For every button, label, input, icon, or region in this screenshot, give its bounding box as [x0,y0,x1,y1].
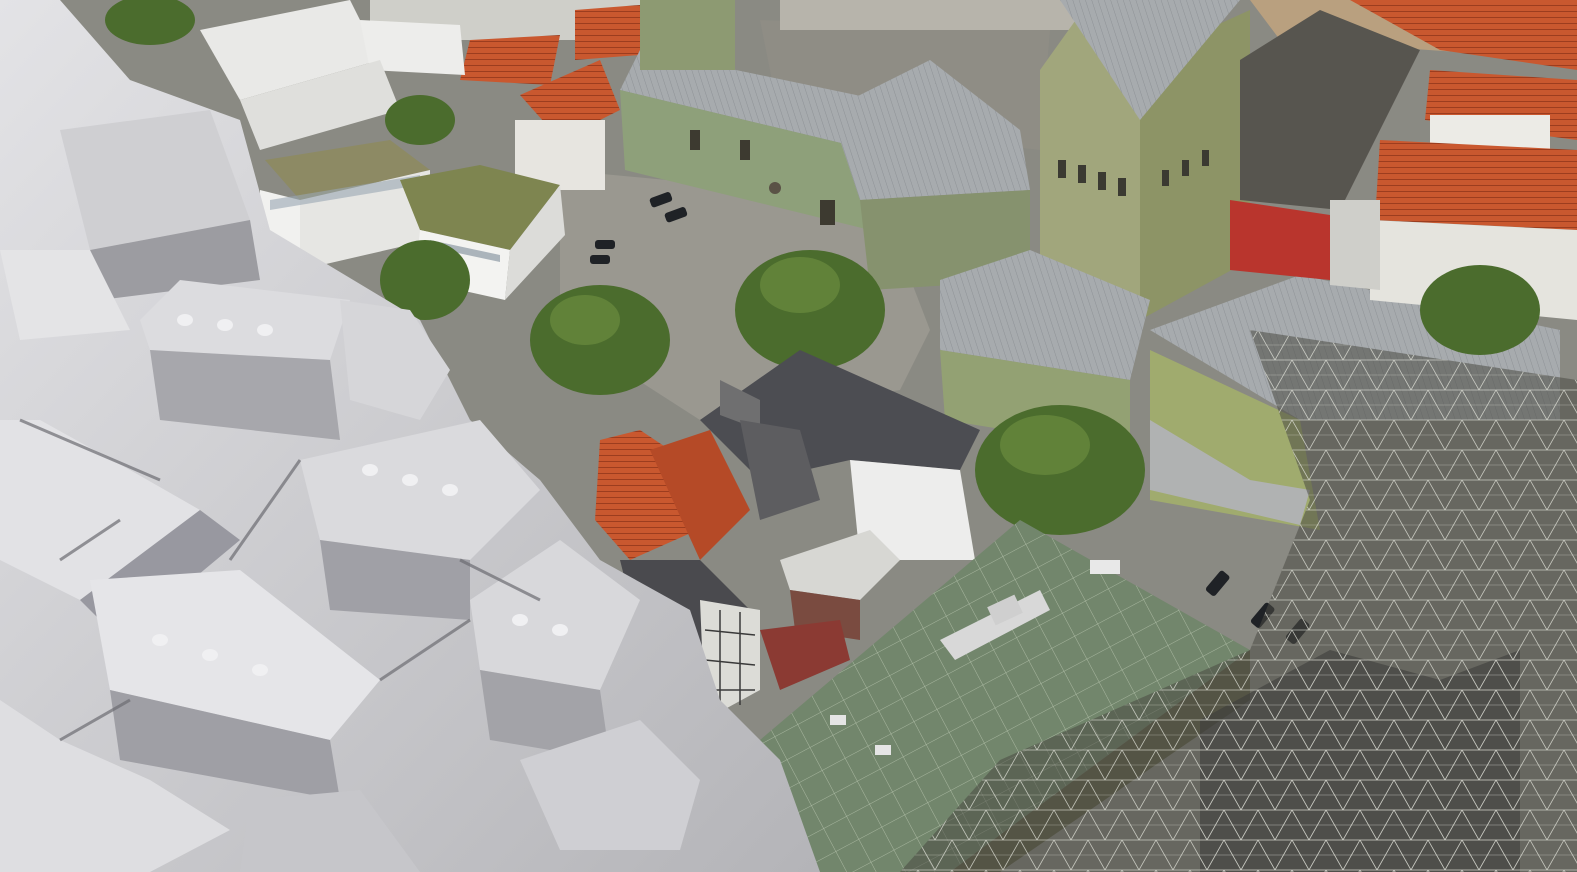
aerial-3d-model-viewport[interactable] [0,0,1577,872]
